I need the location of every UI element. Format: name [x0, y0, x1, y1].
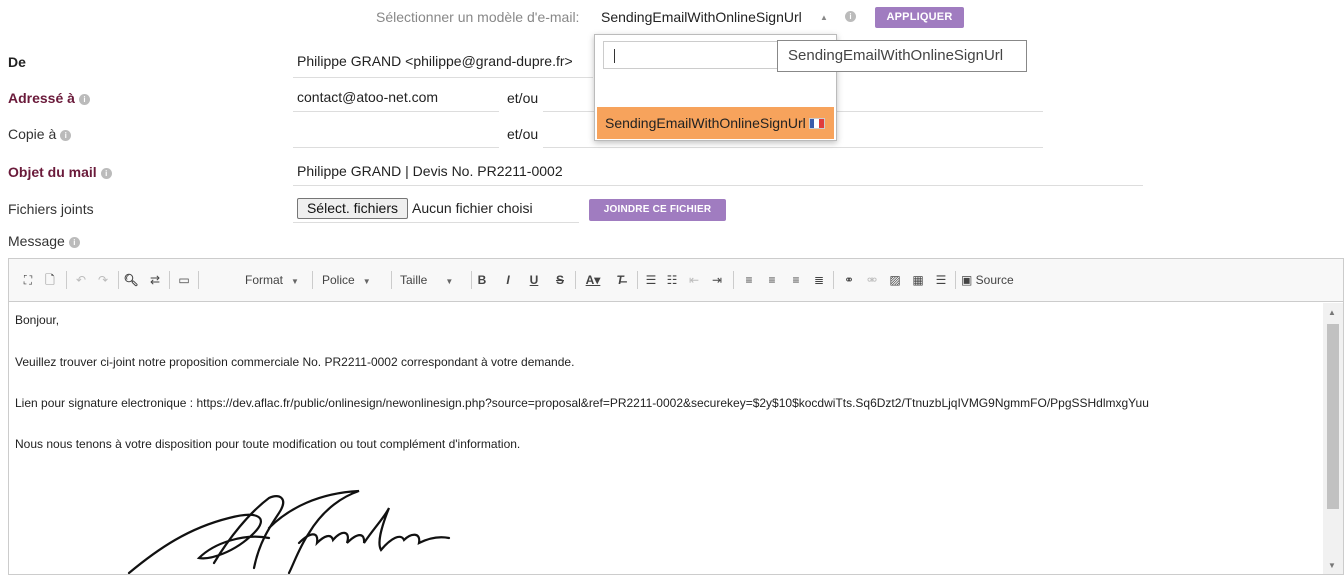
horizontal-rule-icon[interactable]: ☰ — [933, 272, 949, 288]
editor-scrollbar[interactable]: ▲ ▼ — [1323, 303, 1343, 574]
format-combo[interactable]: Format ▼ — [245, 272, 299, 290]
table-icon[interactable]: ▦ — [910, 272, 926, 288]
numbered-list-icon[interactable]: ☰ — [643, 272, 659, 288]
toolbar-separator — [955, 271, 956, 289]
signature-image — [127, 489, 451, 574]
strikethrough-button[interactable]: S — [553, 272, 567, 288]
from-label: De — [8, 54, 26, 70]
from-underline — [293, 77, 593, 78]
attachments-underline — [293, 222, 579, 223]
from-field[interactable]: Philippe GRAND <philippe@grand-dupre.fr> — [297, 53, 573, 69]
align-left-icon[interactable]: ≡ — [741, 272, 757, 288]
message-label: Message i — [8, 233, 80, 249]
message-line: Bonjour, — [15, 313, 60, 327]
align-right-icon[interactable]: ≡ — [788, 272, 804, 288]
info-icon: i — [845, 11, 856, 22]
replace-icon[interactable]: ⇄ — [147, 272, 163, 288]
attachments-label: Fichiers joints — [8, 201, 94, 217]
message-line: Nous nous tenons à votre disposition pou… — [15, 437, 521, 451]
toolbar-separator — [391, 271, 392, 289]
info-icon: i — [60, 129, 72, 141]
size-combo[interactable]: Taille ▼ — [400, 272, 453, 290]
subject-label: Objet du mail i — [8, 164, 112, 180]
align-justify-icon[interactable]: ≣ — [811, 272, 827, 288]
scrollbar-thumb[interactable] — [1327, 324, 1339, 509]
maximize-icon[interactable]: ⛶ — [21, 272, 35, 288]
caret-up-icon[interactable]: ▲ — [820, 13, 828, 22]
editor-toolbar: ⛶ 🗋 ↶ ↷ 🔍︎ ⇄ ▭ Format ▼ Police ▼ Taille ▼ B… — [9, 259, 1343, 302]
toolbar-separator — [733, 271, 734, 289]
toolbar-separator — [312, 271, 313, 289]
toolbar-separator — [833, 271, 834, 289]
toolbar-separator — [118, 271, 119, 289]
template-tooltip: SendingEmailWithOnlineSignUrl — [777, 40, 1027, 72]
info-icon: i — [100, 167, 112, 179]
toolbar-separator — [637, 271, 638, 289]
bold-button[interactable]: B — [475, 272, 489, 288]
message-editor: ⛶ 🗋 ↶ ↷ 🔍︎ ⇄ ▭ Format ▼ Police ▼ Taille ▼ B… — [8, 258, 1344, 575]
subject-underline — [293, 185, 1143, 186]
find-icon[interactable]: 🔍︎ — [123, 272, 139, 288]
bulleted-list-icon[interactable]: ☷ — [664, 272, 680, 288]
editor-content[interactable]: Bonjour, Veuillez trouver ci-joint notre… — [9, 303, 1324, 574]
template-option-label: SendingEmailWithOnlineSignUrl — [605, 115, 806, 131]
redo-icon[interactable]: ↷ — [96, 272, 110, 288]
link-icon[interactable]: ⚭ — [841, 272, 857, 288]
unlink-icon[interactable]: ⚮ — [864, 272, 880, 288]
text-color-icon[interactable]: A▾ — [582, 272, 604, 288]
template-row: Sélectionner un modèle d'e-mail: Sending… — [0, 0, 1344, 36]
info-icon: i — [78, 93, 90, 105]
font-combo[interactable]: Police ▼ — [322, 272, 371, 290]
scroll-down-icon[interactable]: ▼ — [1328, 561, 1336, 570]
template-select[interactable]: SendingEmailWithOnlineSignUrl — [601, 9, 802, 25]
cc-label: Copie ài — [8, 126, 72, 142]
cc-extra-field[interactable] — [543, 147, 1043, 148]
toolbar-separator — [471, 271, 472, 289]
message-line: Lien pour signature electronique : https… — [15, 396, 1149, 410]
france-flag-icon — [808, 118, 825, 129]
toolbar-separator — [169, 271, 170, 289]
info-icon: i — [68, 236, 80, 248]
italic-button[interactable]: I — [501, 272, 515, 288]
align-center-icon[interactable]: ≡ — [764, 272, 780, 288]
underline-button[interactable]: U — [527, 272, 541, 288]
outdent-icon[interactable]: ⇤ — [686, 272, 702, 288]
text-cursor — [614, 49, 615, 63]
select-files-button[interactable]: Sélect. fichiers — [297, 198, 408, 219]
to-field[interactable]: contact@atoo-net.com — [297, 89, 438, 105]
source-icon: ▣ — [961, 273, 976, 287]
preview-icon[interactable]: 🗋 — [43, 272, 57, 288]
toolbar-separator — [198, 271, 199, 289]
undo-icon[interactable]: ↶ — [74, 272, 88, 288]
apply-button[interactable]: APPLIQUER — [875, 7, 964, 28]
scroll-up-icon[interactable]: ▲ — [1328, 308, 1336, 317]
to-andor-label: et/ou — [507, 90, 539, 106]
no-file-status: Aucun fichier choisi — [412, 200, 533, 216]
template-label: Sélectionner un modèle d'e-mail: — [376, 9, 580, 25]
indent-icon[interactable]: ⇥ — [709, 272, 725, 288]
join-file-button[interactable]: JOINDRE CE FICHIER — [589, 199, 726, 221]
cc-andor-label: et/ou — [507, 126, 539, 142]
select-all-icon[interactable]: ▭ — [176, 272, 192, 288]
to-label: Adressé ài — [8, 90, 90, 106]
cc-underline — [293, 147, 499, 148]
remove-format-icon[interactable]: T̶ — [612, 272, 628, 288]
message-line: Veuillez trouver ci-joint notre proposit… — [15, 355, 575, 369]
subject-field[interactable]: Philippe GRAND | Devis No. PR2211-0002 — [297, 163, 563, 179]
source-button[interactable]: ▣ Source — [961, 272, 1023, 288]
image-icon[interactable]: ▨ — [887, 272, 903, 288]
to-underline — [293, 111, 499, 112]
toolbar-separator — [575, 271, 576, 289]
template-option[interactable]: SendingEmailWithOnlineSignUrl — [597, 107, 834, 139]
toolbar-separator — [66, 271, 67, 289]
